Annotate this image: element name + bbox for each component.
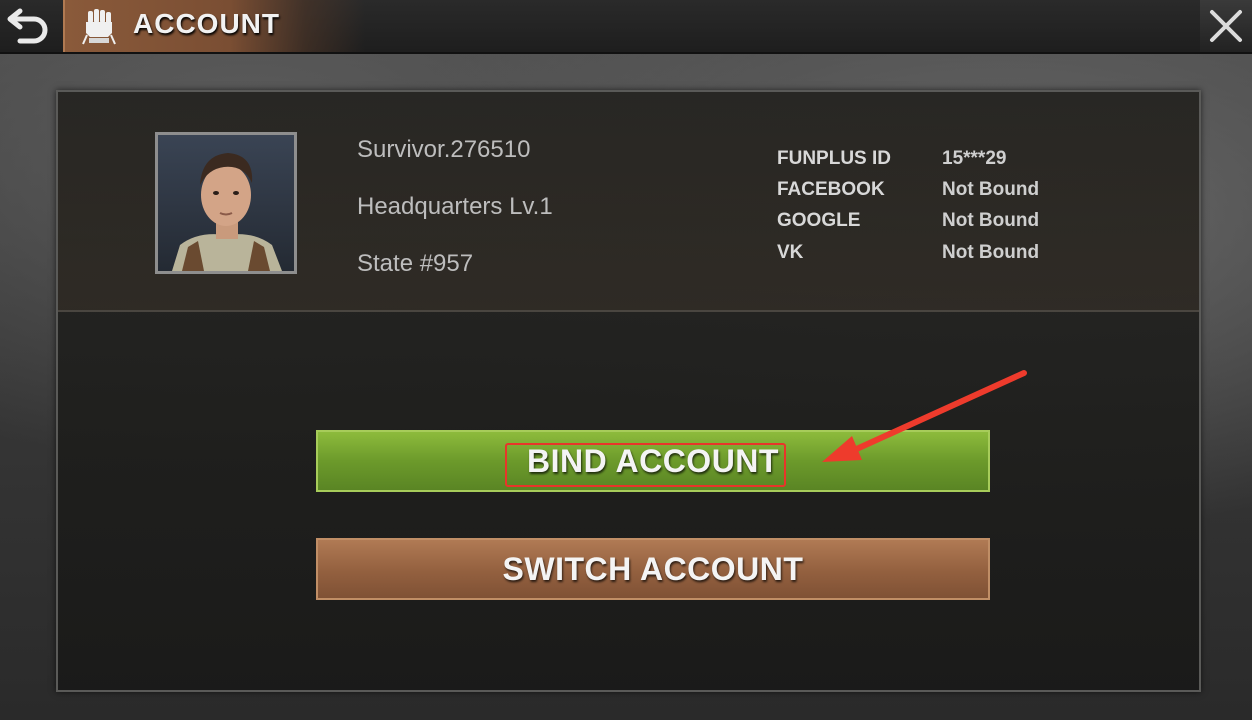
switch-account-button[interactable]: SWITCH ACCOUNT (316, 538, 990, 600)
funplus-id-label: FUNPLUS ID (777, 148, 891, 169)
avatar (155, 132, 297, 274)
facebook-status: Not Bound (942, 179, 1040, 200)
vk-label: VK (777, 242, 804, 263)
close-icon (1210, 10, 1242, 42)
funplus-id-value: 15***29 (942, 148, 1007, 169)
account-panel: Survivor.276510 Headquarters Lv.1 State … (56, 90, 1201, 692)
headquarters-level: Headquarters Lv.1 (357, 193, 553, 220)
google-label: GOOGLE (777, 210, 861, 231)
back-arrow-icon (7, 8, 48, 44)
title-tab: ACCOUNT (63, 0, 365, 52)
close-button[interactable] (1200, 0, 1252, 52)
player-name: Survivor.276510 (357, 136, 531, 163)
facebook-label: FACEBOOK (777, 179, 885, 200)
switch-account-label: SWITCH ACCOUNT (502, 550, 804, 587)
profile-section: Survivor.276510 Headquarters Lv.1 State … (58, 92, 1199, 312)
top-bar: ACCOUNT (0, 0, 1252, 54)
state-number: State #957 (357, 250, 474, 277)
back-button[interactable] (0, 0, 60, 50)
bind-account-button[interactable]: BIND ACCOUNT (316, 430, 990, 492)
fist-icon (79, 6, 119, 46)
vk-status: Not Bound (942, 242, 1040, 263)
google-status: Not Bound (942, 210, 1040, 231)
page-title: ACCOUNT (133, 8, 280, 39)
bind-account-label: BIND ACCOUNT (527, 442, 779, 479)
